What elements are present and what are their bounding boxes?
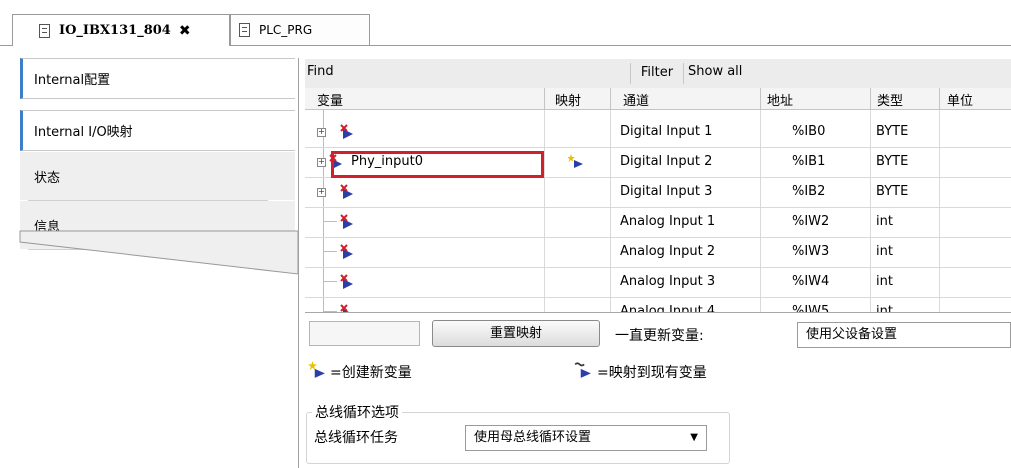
column-divider (760, 88, 761, 109)
channel-cell: Analog Input 2 (620, 244, 716, 259)
nav-item-label: Internal I/O映射 (34, 125, 133, 140)
column-divider (544, 88, 545, 109)
nav-fold-shadow (19, 230, 299, 275)
reset-mapping-button[interactable]: 重置映射 (432, 320, 600, 347)
close-icon[interactable]: ✖ (179, 23, 191, 39)
find-filter-bar: Find Filter Show all (305, 59, 1011, 89)
program-file-icon (239, 23, 250, 37)
always-update-label: 一直更新变量: (615, 328, 704, 344)
tree-guide-line (323, 251, 337, 252)
column-divider (610, 88, 611, 109)
tab-io-ibx131-804[interactable]: IO_IBX131_804 ✖ (12, 14, 230, 46)
nav-item-status[interactable]: 状态 (20, 152, 295, 200)
input-variable-icon (340, 304, 349, 312)
legend-existing-variable: =映射到现有变量 (597, 365, 707, 381)
address-cell: %IW3 (792, 244, 830, 259)
input-variable-icon (340, 184, 353, 199)
tab-label: IO_IBX131_804 (59, 23, 171, 38)
address-cell: %IB2 (792, 184, 826, 199)
channel-cell: Analog Input 4 (620, 304, 716, 312)
channel-cell: Analog Input 3 (620, 274, 716, 289)
input-variable-icon (340, 124, 353, 139)
column-header-mapping[interactable]: 映射 (555, 90, 581, 109)
type-cell: int (876, 274, 893, 289)
address-cell: %IB1 (792, 154, 826, 169)
address-cell: %IW5 (792, 304, 830, 312)
mapping-filter-box[interactable] (309, 321, 420, 346)
type-cell: BYTE (876, 124, 909, 139)
expand-icon[interactable]: + (317, 158, 326, 167)
tab-plc-prg[interactable]: PLC_PRG (230, 14, 370, 45)
mapping-table: + Digital Input 1 %IB0 BYTE + Phy_input0… (305, 110, 1011, 312)
filter-dropdown[interactable]: Show all (688, 64, 742, 79)
bus-cycle-task-dropdown[interactable]: 使用母总线循环设置 ▼ (465, 425, 707, 451)
bus-cycle-group-title: 总线循环选项 (312, 402, 402, 422)
nav-item-internal-config[interactable]: Internal配置 (20, 58, 295, 99)
type-cell: int (876, 214, 893, 229)
table-row[interactable]: Analog Input 4 %IW5 int (305, 297, 1011, 312)
mapping-table-header: 变量 映射 通道 地址 类型 单位 (305, 88, 1011, 110)
nav-item-label: Internal配置 (34, 73, 111, 88)
expand-icon[interactable]: + (317, 188, 326, 197)
address-cell: %IB0 (792, 124, 826, 139)
column-header-type[interactable]: 类型 (877, 90, 903, 109)
tab-label: PLC_PRG (259, 23, 313, 37)
nav-item-internal-io-mapping[interactable]: Internal I/O映射 (20, 110, 295, 151)
column-header-variable[interactable]: 变量 (317, 90, 343, 109)
tree-guide-line (323, 281, 337, 282)
column-header-channel[interactable]: 通道 (623, 90, 649, 109)
always-update-value: 使用父设备设置 (806, 327, 898, 342)
device-file-icon (39, 23, 50, 38)
column-divider (939, 88, 940, 109)
always-update-dropdown[interactable]: 使用父设备设置 (797, 322, 1011, 348)
tree-guide-line (323, 221, 337, 222)
input-variable-icon (340, 244, 353, 259)
type-cell: int (876, 304, 893, 312)
table-row[interactable]: + Digital Input 1 %IB0 BYTE (305, 117, 1011, 148)
input-variable-icon (340, 274, 353, 289)
table-row[interactable]: + Digital Input 3 %IB2 BYTE (305, 177, 1011, 208)
create-new-variable-icon[interactable] (568, 153, 584, 169)
column-header-unit[interactable]: 单位 (947, 90, 973, 109)
bus-cycle-task-label: 总线循环任务 (314, 430, 398, 446)
table-row[interactable]: Analog Input 3 %IW4 int (305, 267, 1011, 298)
channel-cell: Analog Input 1 (620, 214, 716, 229)
table-row[interactable]: Analog Input 1 %IW2 int (305, 207, 1011, 238)
find-label: Find (307, 64, 334, 79)
bus-cycle-task-value: 使用母总线循环设置 (474, 430, 592, 445)
filter-label: Filter (630, 63, 684, 84)
expand-icon[interactable]: + (317, 128, 326, 137)
address-cell: %IW4 (792, 274, 830, 289)
type-cell: BYTE (876, 184, 909, 199)
table-bottom-border (305, 312, 1011, 313)
column-header-address[interactable]: 地址 (767, 90, 793, 109)
type-cell: BYTE (876, 154, 909, 169)
find-input[interactable] (347, 62, 631, 85)
input-variable-icon (340, 214, 353, 229)
column-divider (870, 88, 871, 109)
table-row[interactable]: Analog Input 2 %IW3 int (305, 237, 1011, 268)
legend-new-variable: =创建新变量 (330, 365, 412, 381)
map-existing-variable-icon (574, 362, 591, 378)
highlight-box (331, 151, 544, 178)
chevron-down-icon: ▼ (690, 432, 698, 443)
channel-cell: Digital Input 2 (620, 154, 713, 169)
create-new-variable-icon (308, 361, 325, 378)
channel-cell: Digital Input 3 (620, 184, 713, 199)
channel-cell: Digital Input 1 (620, 124, 713, 139)
nav-item-label: 状态 (34, 170, 61, 186)
type-cell: int (876, 244, 893, 259)
address-cell: %IW2 (792, 214, 830, 229)
